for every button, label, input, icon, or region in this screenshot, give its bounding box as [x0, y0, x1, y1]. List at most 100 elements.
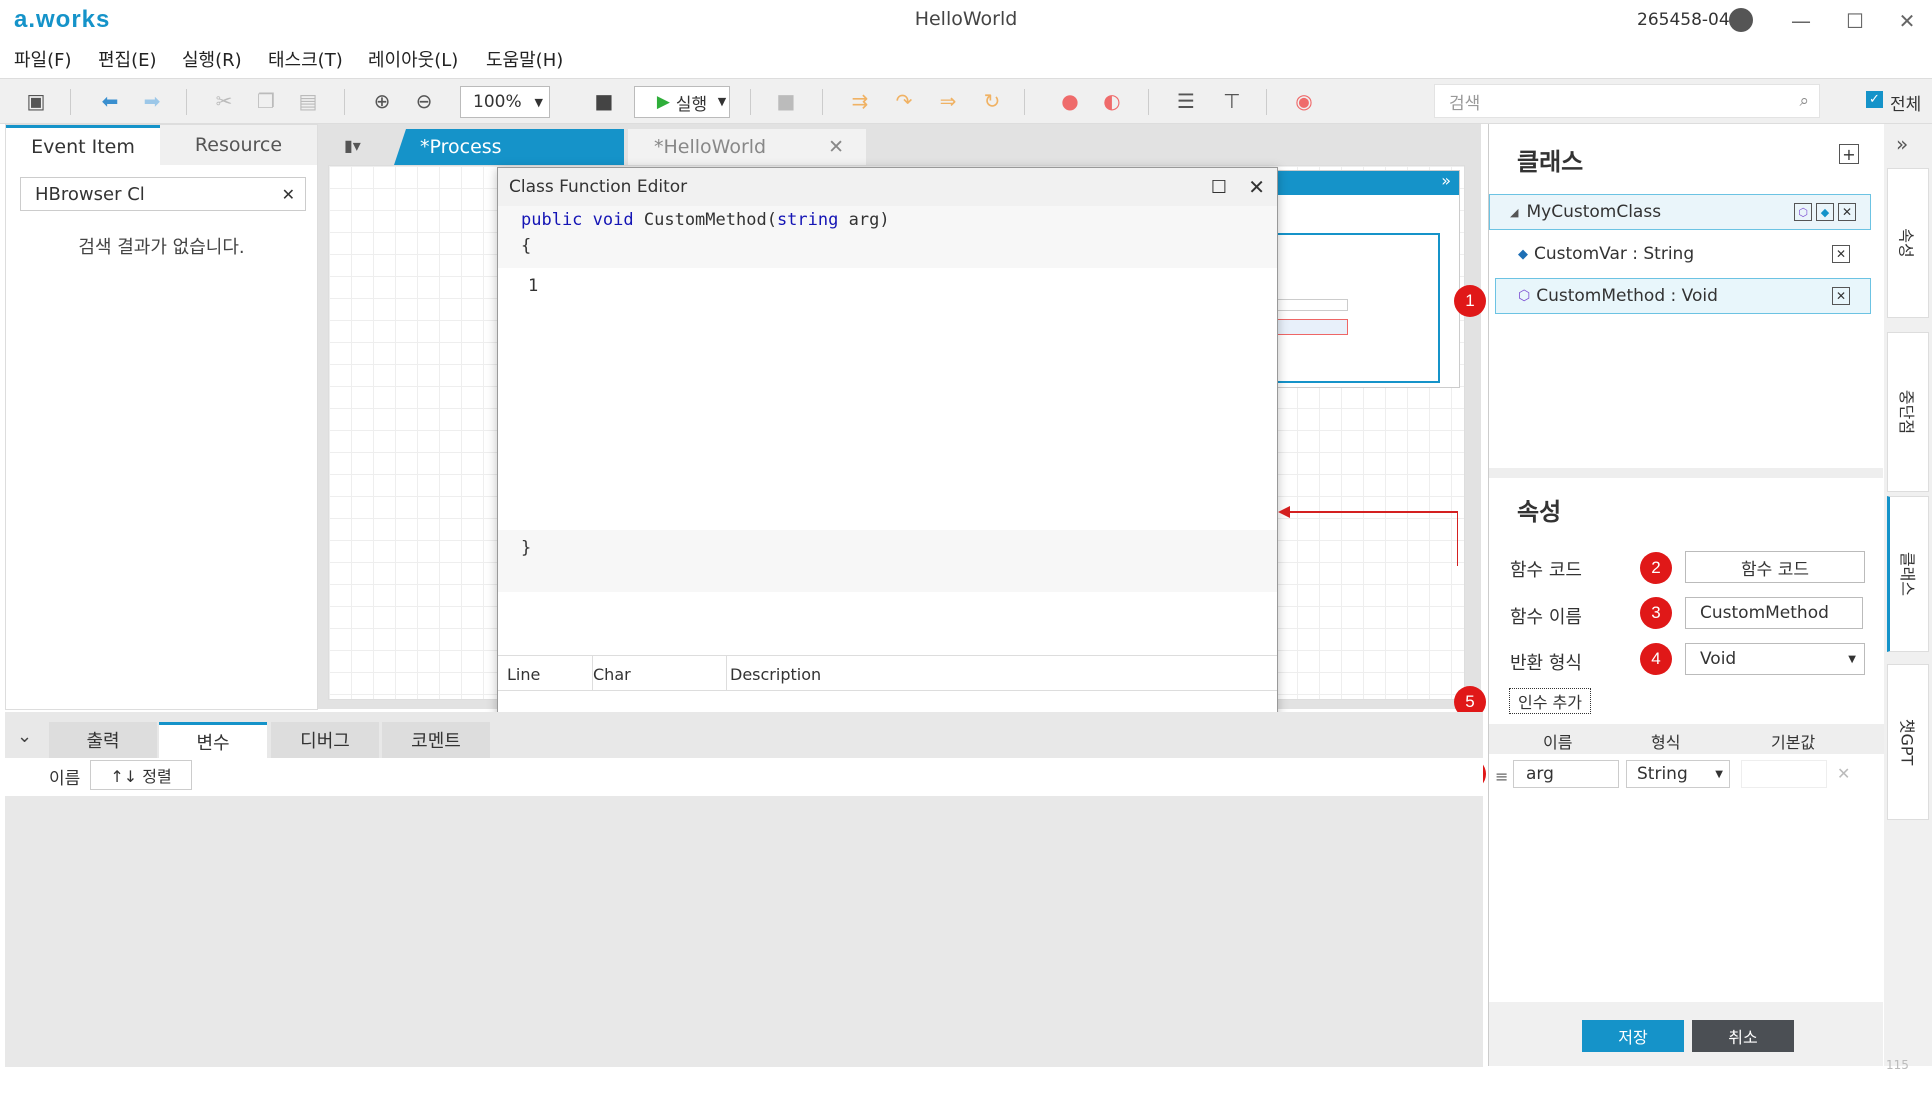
menu-file[interactable]: 파일(F) — [14, 46, 72, 72]
add-argument-button[interactable]: 인수 추가 — [1509, 688, 1591, 714]
maximize-icon[interactable]: ☐ — [1838, 4, 1872, 38]
stop-icon[interactable]: ■ — [772, 87, 800, 115]
menu-edit[interactable]: 편집(E) — [98, 46, 157, 72]
record-icon[interactable]: ◉ — [1290, 87, 1318, 115]
tab-comment[interactable]: 코멘트 — [382, 722, 490, 758]
step-over-icon[interactable]: ⇉ — [846, 87, 874, 115]
method-name: CustomMethod( — [643, 210, 777, 230]
class-panel-title: 클래스 — [1517, 148, 1584, 176]
clear-icon[interactable]: ✕ — [282, 185, 295, 204]
redo-icon[interactable]: ➡ — [138, 87, 166, 115]
tab-chatgpt[interactable]: 챗GPT — [1887, 664, 1929, 820]
continue-icon[interactable]: ↻ — [978, 87, 1006, 115]
tab-debug[interactable]: 디버그 — [271, 722, 379, 758]
close-icon[interactable]: ✕ — [1248, 175, 1265, 199]
class-item-mycustomclass[interactable]: ◢ MyCustomClass ⬡ ◆ ✕ — [1489, 194, 1871, 230]
save-icon[interactable]: ▣ — [22, 87, 50, 115]
variable-name-label: 이름 — [49, 769, 81, 789]
tab-breakpoints[interactable]: 중단점 — [1887, 332, 1929, 492]
method-signature: public void CustomMethod(string arg) — [521, 210, 890, 230]
function-name-input[interactable]: CustomMethod — [1685, 597, 1863, 629]
arg-col-default: 기본값 — [1771, 733, 1816, 752]
arg-name-input[interactable]: arg — [1513, 760, 1619, 788]
drag-handle-icon[interactable]: ≡ — [1495, 767, 1508, 786]
remove-class-icon[interactable]: ✕ — [1838, 203, 1856, 221]
user-icon[interactable] — [1729, 8, 1753, 32]
sort-button[interactable]: ↑↓ 정렬 — [90, 760, 192, 790]
toolbar: ▣ ⬅ ➡ ✂ ❐ ▤ ⊕ ⊖ 100% ▼ ■ ▶ 실행 ▼ ■ ⇉ ↷ ⇒ ↻ … — [0, 78, 1932, 124]
new-doc-icon[interactable]: ▮▾ — [344, 136, 361, 155]
arg-default-input[interactable] — [1741, 760, 1827, 788]
tab-output[interactable]: 출력 — [49, 722, 157, 758]
tab-label: 중단점 — [1897, 389, 1917, 435]
record-video-icon[interactable]: ■ — [590, 87, 618, 115]
minimize-icon[interactable]: — — [1784, 4, 1818, 38]
member-customvar[interactable]: ◆ CustomVar : String ✕ — [1489, 236, 1871, 272]
annotation-badge-3: 3 — [1640, 597, 1672, 629]
keyword: void — [592, 210, 634, 230]
arg-type-select[interactable]: String ▼ — [1626, 760, 1730, 788]
tab-variables[interactable]: 변수 — [159, 722, 267, 758]
tab-properties[interactable]: 속성 — [1887, 168, 1929, 318]
return-type-select[interactable]: Void ▼ — [1685, 643, 1865, 675]
class-cancel-button[interactable]: 취소 — [1692, 1020, 1794, 1052]
return-type-value: Void — [1700, 649, 1737, 669]
event-search-value: HBrowser Cl — [35, 183, 145, 205]
minimap[interactable]: » — [1275, 170, 1460, 388]
no-results-text: 검색 결과가 없습니다. — [78, 237, 245, 258]
remove-member-icon[interactable]: ✕ — [1832, 245, 1850, 263]
minimap-collapse-icon[interactable]: » — [1276, 171, 1459, 195]
tab-process[interactable]: *Process — [394, 129, 624, 165]
remove-member-icon[interactable]: ✕ — [1832, 287, 1850, 305]
menu-layout[interactable]: 레이아웃(L) — [368, 46, 458, 72]
collapse-icon[interactable]: ⌄ — [17, 726, 32, 747]
add-class-icon[interactable]: + — [1839, 144, 1859, 164]
code-editor[interactable]: 1 — [498, 268, 1277, 530]
zoom-in-icon[interactable]: ⊕ — [368, 87, 396, 115]
title-bar: a.works HelloWorld 265458-04 — ☐ ✕ — [0, 0, 1932, 40]
zoom-select[interactable]: 100% ▼ — [460, 86, 550, 118]
remove-arg-icon[interactable]: ✕ — [1837, 764, 1850, 783]
maximize-icon[interactable]: ☐ — [1211, 177, 1227, 198]
align-center-icon[interactable]: ☰ — [1172, 87, 1200, 115]
cut-icon[interactable]: ✂ — [210, 87, 238, 115]
search-placeholder: 검색 — [1449, 93, 1481, 114]
annotation-badge-4: 4 — [1640, 643, 1672, 675]
add-method-icon[interactable]: ⬡ — [1794, 203, 1812, 221]
step-out-icon[interactable]: ⇒ — [934, 87, 962, 115]
chevron-down-icon: ▼ — [1715, 768, 1723, 780]
align-top-icon[interactable]: ⊤ — [1218, 87, 1246, 115]
annotation-badge-1: 1 — [1454, 285, 1486, 317]
class-save-button[interactable]: 저장 — [1582, 1020, 1684, 1052]
search-input[interactable]: 검색 ⌕ — [1434, 84, 1820, 118]
remove-breakpoint-icon[interactable]: ◐ — [1098, 87, 1126, 115]
all-checkbox[interactable]: ✓ — [1866, 91, 1883, 108]
tab-label: 클래스 — [1898, 551, 1918, 597]
menu-task[interactable]: 태스크(T) — [268, 46, 343, 72]
zoom-out-icon[interactable]: ⊖ — [410, 87, 438, 115]
step-into-icon[interactable]: ↷ — [890, 87, 918, 115]
tab-helloworld[interactable]: *HelloWorld ✕ — [628, 129, 866, 165]
col-char: Char — [593, 665, 631, 684]
event-search-input[interactable]: HBrowser Cl ✕ — [20, 177, 306, 211]
close-tab-icon[interactable]: ✕ — [828, 136, 844, 158]
member-custommethod[interactable]: ⬡ CustomMethod : Void ✕ — [1495, 278, 1871, 314]
class-panel: 클래스 + ◢ MyCustomClass ⬡ ◆ ✕ ◆ CustomVar … — [1488, 124, 1884, 1099]
variable-icon: ◆ — [1518, 246, 1528, 262]
menu-help[interactable]: 도움말(H) — [486, 46, 563, 72]
paste-icon[interactable]: ▤ — [294, 87, 322, 115]
return-label: 반환 형식 — [1510, 653, 1582, 674]
menu-run[interactable]: 실행(R) — [182, 46, 242, 72]
collapse-icon[interactable]: » — [1896, 132, 1908, 156]
copy-icon[interactable]: ❐ — [252, 87, 280, 115]
tab-event-item[interactable]: Event Item — [6, 125, 160, 165]
tab-resource[interactable]: Resource — [160, 125, 317, 165]
expand-icon[interactable]: ◢ — [1510, 206, 1518, 219]
tab-class[interactable]: 클래스 — [1887, 496, 1929, 652]
function-code-button[interactable]: 함수 코드 — [1685, 551, 1865, 583]
close-icon[interactable]: ✕ — [1890, 4, 1924, 38]
add-variable-icon[interactable]: ◆ — [1816, 203, 1834, 221]
add-breakpoint-icon[interactable]: ● — [1056, 87, 1084, 115]
run-dropdown-icon[interactable]: ▼ — [714, 87, 730, 115]
undo-icon[interactable]: ⬅ — [96, 87, 124, 115]
